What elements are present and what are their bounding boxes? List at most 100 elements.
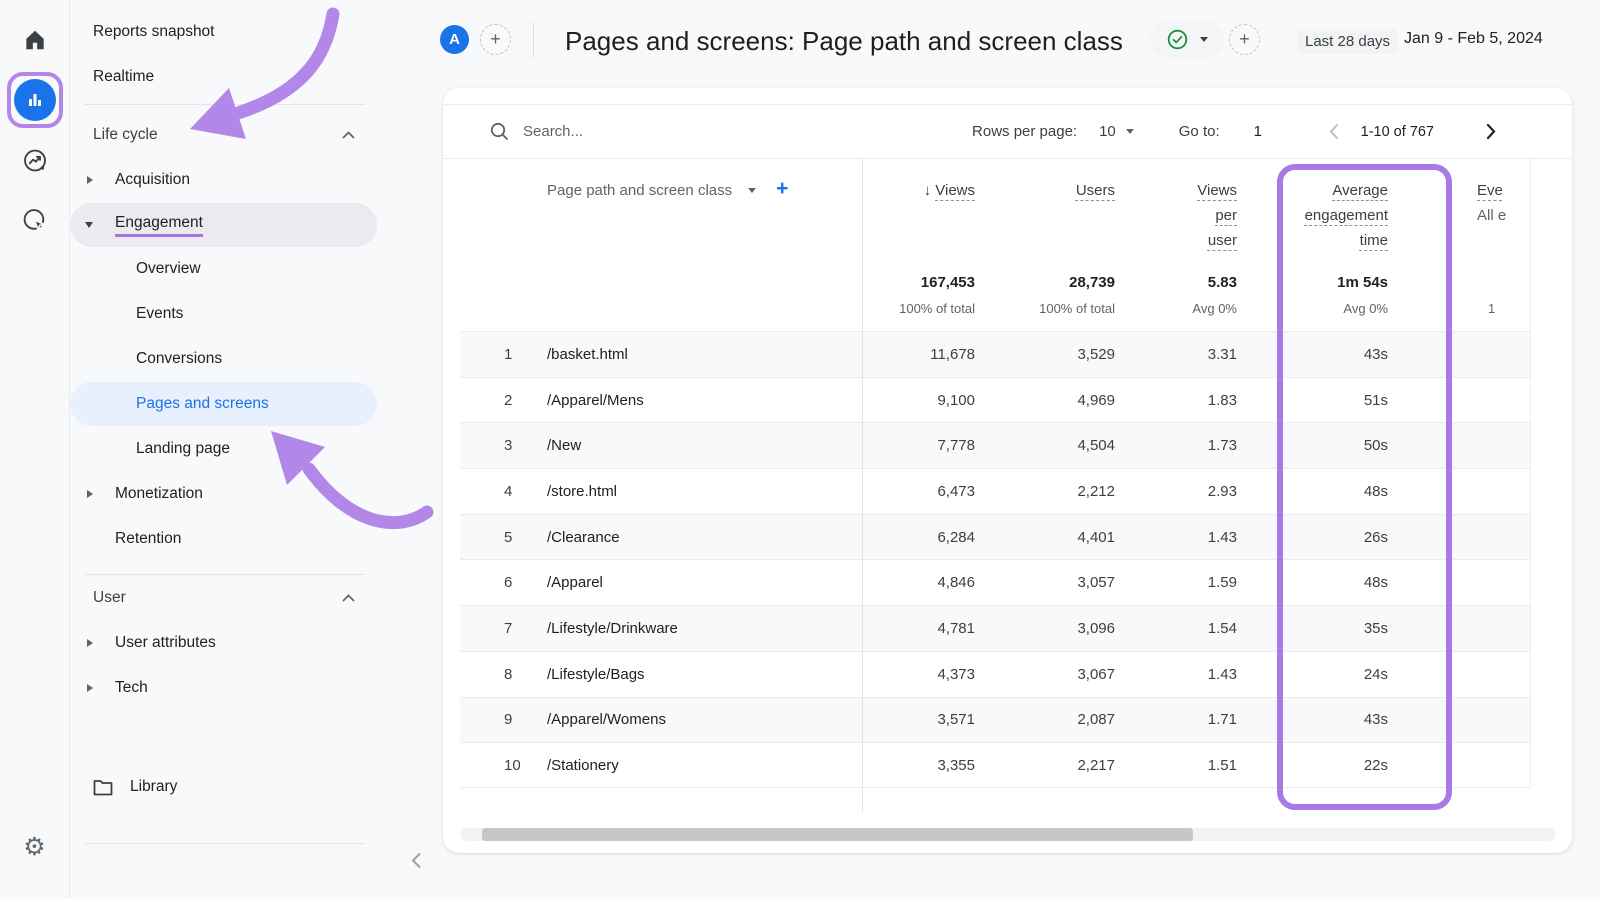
table-row[interactable]: 5 /Clearance 6,284 4,401 1.43 26s	[460, 514, 1530, 560]
row-views: 4,781	[862, 620, 990, 637]
row-page-path: /Apparel/Womens	[547, 711, 666, 728]
row-page-path: /store.html	[547, 483, 617, 500]
goto-page-input[interactable]	[1254, 123, 1280, 140]
row-avg-engagement-time: 48s	[1242, 574, 1406, 591]
add-comparison-button[interactable]: +	[480, 24, 511, 55]
row-avg-engagement-time: 43s	[1242, 711, 1406, 728]
expand-arrow-icon[interactable]	[87, 490, 93, 498]
expand-arrow-icon[interactable]	[87, 684, 93, 692]
total-views-per-user-subtitle: Avg 0%	[1123, 296, 1237, 322]
row-views-per-user: 1.51	[1123, 757, 1242, 774]
chevron-down-icon[interactable]	[1126, 129, 1134, 134]
table-toolbar: Rows per page: 10 Go to: 1-10 of 767	[443, 104, 1572, 158]
search-icon	[490, 122, 509, 141]
collapse-drawer-icon[interactable]	[410, 852, 422, 869]
sidebar-item-label: Tech	[115, 679, 148, 697]
expand-arrow-icon[interactable]	[87, 639, 93, 647]
table-row[interactable]: 2 /Apparel/Mens 9,100 4,969 1.83 51s	[460, 377, 1530, 423]
row-rank: 4	[504, 483, 547, 500]
rows-per-page-label: Rows per page:	[972, 123, 1077, 140]
table-row[interactable]: 8 /Lifestyle/Bags 4,373 3,067 1.43 24s	[460, 651, 1530, 697]
row-rank: 5	[504, 529, 547, 546]
app-icon-rail: ⚙︎	[0, 0, 70, 899]
reports-icon[interactable]	[14, 79, 56, 121]
row-views: 9,100	[862, 392, 990, 409]
row-page-path: /Lifestyle/Bags	[547, 666, 645, 683]
row-views-per-user: 1.54	[1123, 620, 1242, 637]
reports-nav-drawer: Reports snapshot Realtime Life cycle Acq…	[70, 0, 420, 899]
home-icon[interactable]	[22, 27, 48, 53]
table-row[interactable]: 7 /Lifestyle/Drinkware 4,781 3,096 1.54 …	[460, 605, 1530, 651]
section-header-life-cycle[interactable]: Life cycle	[70, 113, 377, 157]
chevron-down-icon[interactable]	[748, 188, 756, 193]
sidebar-item-monetization[interactable]: Monetization	[70, 472, 377, 516]
sidebar-item-pages-and-screens[interactable]: Pages and screens	[70, 382, 377, 426]
sidebar-item-overview[interactable]: Overview	[70, 247, 377, 291]
expand-arrow-icon[interactable]	[87, 176, 93, 184]
account-avatar[interactable]: A	[440, 25, 469, 54]
sidebar-item-label: Retention	[115, 530, 181, 548]
row-page-path: /Apparel/Mens	[547, 392, 644, 409]
report-status-pill[interactable]	[1150, 21, 1224, 58]
row-users: 4,504	[990, 437, 1123, 454]
row-views-per-user: 1.59	[1123, 574, 1242, 591]
sort-descending-icon: ↓	[924, 182, 932, 199]
table-row[interactable]: 9 /Apparel/Womens 3,571 2,087 1.71 43s	[460, 697, 1530, 743]
folder-icon	[93, 779, 113, 796]
table-body: 1 /basket.html 11,678 3,529 3.31 43s 2 /…	[460, 331, 1530, 788]
next-page-icon[interactable]	[1486, 123, 1497, 140]
sidebar-item-library[interactable]: Library	[70, 765, 377, 809]
search-input[interactable]	[523, 123, 723, 140]
previous-page-icon[interactable]	[1328, 123, 1339, 140]
total-users: 28,739	[990, 270, 1115, 296]
collapse-arrow-icon[interactable]	[85, 222, 93, 228]
row-users: 2,087	[990, 711, 1123, 728]
sidebar-item-acquisition[interactable]: Acquisition	[70, 158, 377, 202]
sidebar-item-user-attributes[interactable]: User attributes	[70, 621, 377, 665]
horizontal-scrollbar-track[interactable]	[460, 828, 1556, 841]
sidebar-item-conversions[interactable]: Conversions	[70, 337, 377, 381]
divider	[84, 574, 365, 575]
date-range-picker[interactable]: Jan 9 - Feb 5, 2024	[1404, 30, 1543, 48]
row-views-per-user: 1.83	[1123, 392, 1242, 409]
sidebar-item-retention[interactable]: Retention	[70, 517, 377, 561]
table-row[interactable]: 6 /Apparel 4,846 3,057 1.59 48s	[460, 559, 1530, 605]
settings-gear-icon[interactable]: ⚙︎	[23, 834, 45, 859]
row-views-per-user: 1.43	[1123, 666, 1242, 683]
row-rank: 3	[504, 437, 547, 454]
row-views: 6,473	[862, 483, 990, 500]
sidebar-item-reports-snapshot[interactable]: Reports snapshot	[70, 10, 377, 54]
sidebar-item-tech[interactable]: Tech	[70, 666, 377, 710]
sidebar-item-label: Realtime	[93, 68, 154, 86]
explore-icon[interactable]	[21, 147, 48, 174]
table-row[interactable]: 4 /store.html 6,473 2,212 2.93 48s	[460, 468, 1530, 514]
row-views-per-user: 1.71	[1123, 711, 1242, 728]
sidebar-item-realtime[interactable]: Realtime	[70, 55, 377, 99]
sidebar-item-events[interactable]: Events	[70, 292, 377, 336]
add-dimension-button[interactable]: +	[776, 176, 788, 201]
insert-button[interactable]: +	[1229, 24, 1260, 55]
advertising-icon[interactable]	[21, 207, 48, 234]
row-avg-engagement-time: 48s	[1242, 483, 1406, 500]
total-avg-engagement-time-subtitle: Avg 0%	[1242, 296, 1388, 322]
sidebar-item-engagement[interactable]: Engagement	[70, 203, 377, 247]
row-rank: 9	[504, 711, 547, 728]
chevron-up-icon[interactable]	[342, 594, 355, 603]
table-row[interactable]: 3 /New 7,778 4,504 1.73 50s	[460, 422, 1530, 468]
sidebar-item-label: Conversions	[136, 350, 222, 368]
row-users: 3,529	[990, 346, 1123, 363]
table-row[interactable]: 10 /Stationery 3,355 2,217 1.51 22s	[460, 742, 1530, 788]
row-users: 3,096	[990, 620, 1123, 637]
sidebar-item-label: Engagement	[115, 214, 203, 237]
sidebar-item-label: User attributes	[115, 634, 216, 652]
dimension-header-label: Page path and screen class	[547, 178, 732, 203]
row-views: 6,284	[862, 529, 990, 546]
horizontal-scrollbar[interactable]	[482, 828, 1193, 841]
table-totals-row: 167,453100% of total 28,739100% of total…	[460, 270, 1530, 322]
chevron-up-icon[interactable]	[342, 131, 355, 140]
table-row[interactable]: 1 /basket.html 11,678 3,529 3.31 43s	[460, 331, 1530, 377]
sidebar-item-landing-page[interactable]: Landing page	[70, 427, 377, 471]
row-page-path: /basket.html	[547, 346, 628, 363]
rows-per-page-value[interactable]: 10	[1099, 123, 1116, 140]
section-header-user[interactable]: User	[70, 576, 377, 620]
